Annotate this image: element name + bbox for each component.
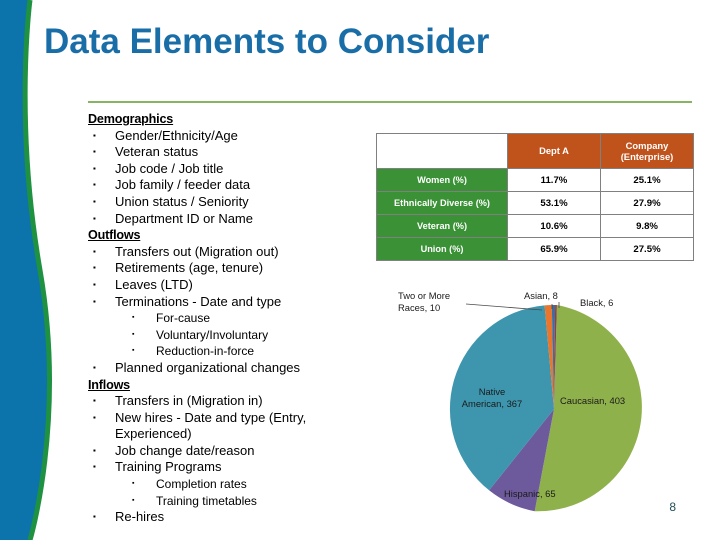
bullet-item: Transfers out (Migration out) — [88, 243, 368, 261]
pie-label-line: Two or More — [398, 290, 451, 301]
pie-label-hispanic: Hispanic, 65 — [504, 488, 556, 499]
bullet-item: Department ID or Name — [88, 210, 368, 228]
bullet-item: New hires - Date and type (Entry, — [88, 409, 368, 427]
page-title: Data Elements to Consider — [44, 22, 490, 61]
left-decoration — [0, 0, 52, 540]
bullet-item: Leaves (LTD) — [88, 276, 368, 294]
table-row-label: Union (%) — [376, 237, 508, 261]
deco-blue-shape — [0, 0, 50, 540]
bullet-item: Training Programs — [88, 458, 368, 476]
slide-canvas: Data Elements to Consider Demographics G… — [0, 0, 720, 540]
section-heading-outflows: Outflows — [88, 228, 141, 243]
pie-label-line: Races, 10 — [398, 301, 441, 313]
pie-label-black: Black, 6 — [580, 297, 614, 308]
bullet-item: Union status / Seniority — [88, 193, 368, 211]
section-heading-demographics: Demographics — [88, 112, 174, 126]
bullet-subitem: Completion rates — [88, 475, 368, 493]
table-cell-company: 25.1% — [600, 168, 694, 192]
bullet-item: Retirements (age, tenure) — [88, 259, 368, 277]
table-col-header-dept-a: Dept A — [507, 133, 601, 169]
bullet-item-continuation: Experienced) — [115, 426, 192, 442]
table-row: Ethnically Diverse (%) 53.1% 27.9% — [376, 191, 694, 215]
table-cell-company: 27.5% — [600, 237, 694, 261]
table-row-label: Ethnically Diverse (%) — [376, 191, 508, 215]
bullet-item: Job change date/reason — [88, 442, 368, 460]
bullet-content: Demographics Gender/Ethnicity/Age Vetera… — [88, 111, 368, 526]
leader-line-two-or-more — [465, 303, 543, 311]
table-cell-dept-a: 65.9% — [507, 237, 601, 261]
table-row: Union (%) 65.9% 27.5% — [376, 237, 694, 261]
pie-label-line: American, 367 — [461, 397, 523, 409]
bullet-item: Planned organizational changes — [88, 359, 368, 377]
table-row-label: Veteran (%) — [376, 214, 508, 238]
bullet-subitem: For-cause — [88, 309, 368, 327]
deco-green-stroke — [22, 0, 52, 540]
table-col-header-company: Company (Enterprise) — [600, 133, 694, 169]
bullet-item: Veteran status — [88, 143, 368, 161]
bullet-item: Gender/Ethnicity/Age — [88, 127, 368, 145]
pie-label-asian: Asian, 8 — [524, 290, 558, 301]
table-row: Women (%) 11.7% 25.1% — [376, 168, 694, 192]
bullet-item: Transfers in (Migration in) — [88, 392, 368, 410]
diversity-stats-table: Dept A Company (Enterprise) Women (%) 11… — [376, 133, 694, 261]
page-number: 8 — [669, 500, 676, 514]
pie-label-two-or-more-races: Two or More Races, 10 — [398, 290, 450, 313]
bullet-item: Re-hires — [88, 508, 368, 526]
table-corner-cell — [376, 133, 508, 169]
table-header-row: Dept A Company (Enterprise) — [376, 133, 694, 169]
bullet-subitem: Reduction-in-force — [88, 342, 368, 360]
table-cell-dept-a: 11.7% — [507, 168, 601, 192]
pie-label-line: Native — [478, 386, 506, 397]
ethnicity-pie-chart: Two or More Races, 10 Asian, 8 Black, 6 … — [398, 276, 710, 526]
bullet-item: Job family / feeder data — [88, 176, 368, 194]
pie-label-caucasian: Caucasian, 403 — [560, 395, 626, 406]
table-cell-company: 27.9% — [600, 191, 694, 215]
bullet-item: Job code / Job title — [88, 160, 368, 178]
bullet-subitem: Voluntary/Involuntary — [88, 326, 368, 344]
title-divider — [88, 101, 692, 103]
table-row-label: Women (%) — [376, 168, 508, 192]
bullet-subitem: Training timetables — [88, 492, 368, 510]
bullet-item: Terminations - Date and type — [88, 293, 368, 311]
table-cell-dept-a: 10.6% — [507, 214, 601, 238]
table-row: Veteran (%) 10.6% 9.8% — [376, 214, 694, 238]
table-cell-dept-a: 53.1% — [507, 191, 601, 215]
table-cell-company: 9.8% — [600, 214, 694, 238]
section-heading-inflows: Inflows — [88, 377, 130, 392]
pie-label-native-american: Native American, 367 — [454, 386, 530, 409]
